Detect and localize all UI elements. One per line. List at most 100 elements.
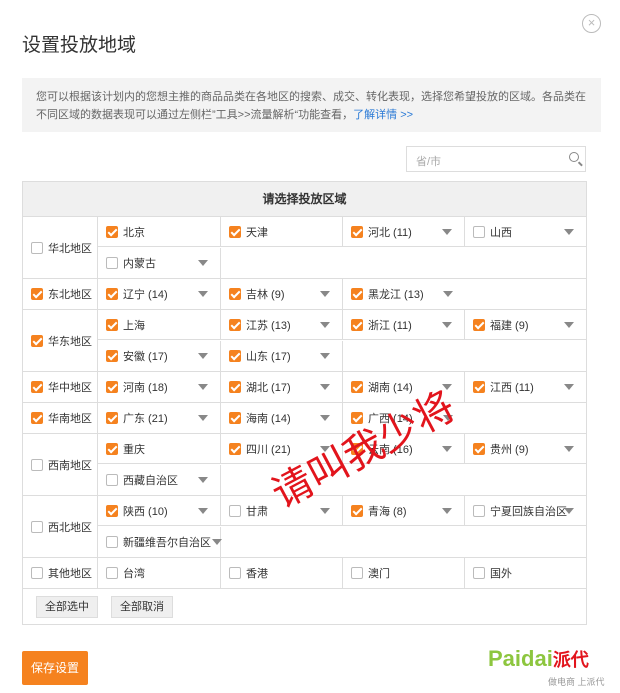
group-checkbox[interactable]: 华南地区 [23, 403, 98, 433]
checkbox[interactable] [31, 412, 43, 424]
checkbox[interactable] [106, 350, 118, 362]
checkbox[interactable] [229, 318, 241, 331]
checkbox[interactable] [31, 334, 43, 347]
checkbox[interactable] [106, 288, 118, 300]
checkbox[interactable] [473, 567, 485, 579]
checkbox[interactable] [229, 225, 241, 238]
province-item[interactable]: 河南 (18) [98, 372, 221, 402]
chevron-down-icon[interactable] [443, 291, 453, 297]
province-item[interactable]: 黑龙江 (13) [343, 279, 465, 309]
checkbox[interactable] [351, 225, 363, 238]
chevron-down-icon[interactable] [198, 477, 208, 483]
chevron-down-icon[interactable] [320, 384, 330, 390]
checkbox[interactable] [106, 318, 118, 331]
checkbox[interactable] [351, 288, 363, 300]
province-item[interactable]: 江西 (11) [465, 372, 586, 402]
close-icon[interactable]: × [582, 14, 601, 33]
chevron-down-icon[interactable] [564, 229, 574, 235]
checkbox[interactable] [106, 474, 118, 486]
province-item[interactable]: 台湾 [98, 558, 221, 588]
province-item[interactable]: 国外 [465, 558, 586, 588]
learn-more-link[interactable]: 了解详情 >> [353, 109, 413, 121]
chevron-down-icon[interactable] [212, 539, 222, 545]
province-item[interactable]: 江苏 (13) [221, 310, 343, 340]
province-item[interactable]: 北京 [98, 217, 221, 247]
chevron-down-icon[interactable] [564, 446, 574, 452]
checkbox[interactable] [106, 381, 118, 393]
province-item[interactable]: 浙江 (11) [343, 310, 465, 340]
province-item[interactable]: 重庆 [98, 434, 221, 464]
chevron-down-icon[interactable] [442, 508, 452, 514]
province-item[interactable]: 海南 (14) [221, 403, 343, 433]
province-item[interactable]: 山西 [465, 217, 586, 247]
checkbox[interactable] [106, 257, 118, 269]
province-item[interactable]: 香港 [221, 558, 343, 588]
province-item[interactable]: 贵州 (9) [465, 434, 586, 464]
checkbox[interactable] [351, 381, 363, 393]
checkbox[interactable] [31, 381, 43, 393]
checkbox[interactable] [229, 350, 241, 362]
group-checkbox[interactable]: 西南地区 [23, 434, 98, 495]
chevron-down-icon[interactable] [198, 291, 208, 297]
checkbox[interactable] [106, 442, 118, 455]
province-item[interactable]: 吉林 (9) [221, 279, 343, 309]
checkbox[interactable] [31, 288, 43, 300]
checkbox[interactable] [229, 412, 241, 424]
checkbox[interactable] [31, 520, 43, 533]
checkbox[interactable] [229, 567, 241, 579]
province-item[interactable]: 新疆维吾尔自治区 [98, 527, 222, 557]
province-item[interactable]: 内蒙古 [98, 248, 221, 278]
province-item[interactable]: 湖北 (17) [221, 372, 343, 402]
province-item[interactable]: 辽宁 (14) [98, 279, 221, 309]
province-item[interactable]: 福建 (9) [465, 310, 586, 340]
province-item[interactable]: 上海 [98, 310, 221, 340]
checkbox[interactable] [473, 225, 485, 238]
select-all-button[interactable]: 全部选中 [36, 596, 98, 618]
save-settings-button[interactable]: 保存设置 [22, 651, 88, 685]
chevron-down-icon[interactable] [564, 322, 574, 328]
deselect-all-button[interactable]: 全部取消 [111, 596, 173, 618]
checkbox[interactable] [351, 504, 363, 517]
chevron-down-icon[interactable] [320, 291, 330, 297]
group-checkbox[interactable]: 东北地区 [23, 279, 98, 309]
search-icon[interactable] [569, 152, 579, 162]
checkbox[interactable] [351, 567, 363, 579]
group-checkbox[interactable]: 华北地区 [23, 217, 98, 278]
province-item[interactable]: 河北 (11) [343, 217, 465, 247]
checkbox[interactable] [106, 504, 118, 517]
group-checkbox[interactable]: 其他地区 [23, 558, 98, 588]
chevron-down-icon[interactable] [442, 446, 452, 452]
chevron-down-icon[interactable] [564, 508, 574, 514]
checkbox[interactable] [106, 412, 118, 424]
chevron-down-icon[interactable] [320, 508, 330, 514]
province-search-input[interactable]: 省/市 [406, 146, 586, 172]
checkbox[interactable] [106, 536, 118, 548]
checkbox[interactable] [229, 288, 241, 300]
province-item[interactable]: 澳门 [343, 558, 465, 588]
checkbox[interactable] [106, 567, 118, 579]
checkbox[interactable] [31, 241, 43, 254]
group-checkbox[interactable]: 华中地区 [23, 372, 98, 402]
chevron-down-icon[interactable] [320, 322, 330, 328]
province-item[interactable]: 西藏自治区 [98, 465, 221, 495]
checkbox[interactable] [229, 381, 241, 393]
group-checkbox[interactable]: 西北地区 [23, 496, 98, 557]
chevron-down-icon[interactable] [320, 415, 330, 421]
group-checkbox[interactable]: 华东地区 [23, 310, 98, 371]
checkbox[interactable] [473, 442, 485, 455]
province-item[interactable]: 陕西 (10) [98, 496, 221, 526]
province-item[interactable]: 广东 (21) [98, 403, 221, 433]
checkbox[interactable] [229, 504, 241, 517]
chevron-down-icon[interactable] [198, 260, 208, 266]
province-item[interactable]: 安徽 (17) [98, 341, 221, 371]
checkbox[interactable] [473, 381, 485, 393]
province-item[interactable]: 青海 (8) [343, 496, 465, 526]
chevron-down-icon[interactable] [198, 384, 208, 390]
province-item[interactable]: 天津 [221, 217, 343, 247]
checkbox[interactable] [229, 442, 241, 455]
checkbox[interactable] [351, 318, 363, 331]
checkbox[interactable] [31, 458, 43, 471]
checkbox[interactable] [31, 567, 43, 579]
chevron-down-icon[interactable] [442, 229, 452, 235]
chevron-down-icon[interactable] [198, 353, 208, 359]
